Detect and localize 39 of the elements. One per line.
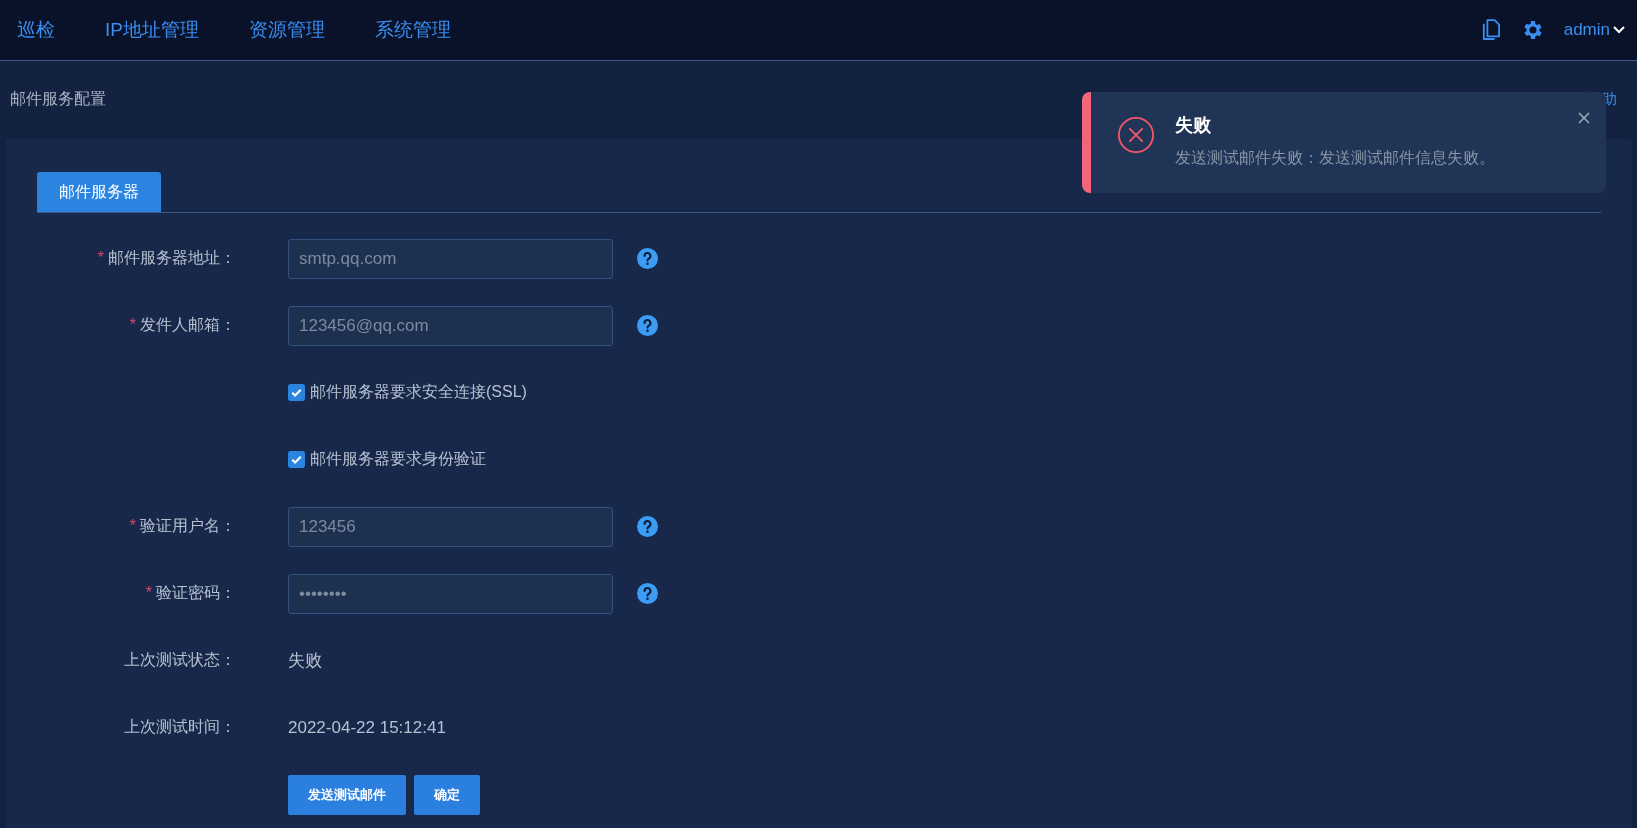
notification-message: 发送测试邮件失败：发送测试邮件信息失败。	[1175, 148, 1496, 168]
required-asterisk: *	[129, 517, 136, 534]
field-label: * 发件人邮箱：	[128, 315, 236, 335]
tab[interactable]: 邮件服务器	[37, 172, 161, 212]
required-asterisk: *	[97, 249, 104, 266]
help-icon[interactable]	[637, 248, 658, 269]
input-field[interactable]: 123456@qq.com	[288, 305, 613, 346]
checkbox-option[interactable]: 邮件服务器要求安全连接(SSL)	[288, 382, 527, 403]
page-title: 邮件服务配置	[10, 88, 106, 109]
notification-title: 失败	[1175, 114, 1212, 137]
input-field[interactable]: smtp.qq.com	[288, 238, 613, 279]
user-menu[interactable]: admin	[1563, 20, 1625, 40]
field-label: 上次测试时间：	[123, 717, 236, 737]
required-asterisk: *	[129, 316, 136, 333]
field-label: * 邮件服务器地址：	[96, 248, 236, 268]
help-icon[interactable]	[637, 315, 658, 336]
input-field[interactable]: ••••••••	[288, 573, 613, 614]
required-asterisk: *	[145, 584, 152, 601]
send-test-button[interactable]: 发送测试邮件	[288, 774, 406, 815]
field-label: * 验证密码：	[144, 583, 236, 603]
nav-link[interactable]: 系统管理	[374, 17, 451, 43]
field-label: * 验证用户名：	[128, 516, 236, 536]
help-icon[interactable]	[637, 583, 658, 604]
error-icon	[1117, 116, 1155, 154]
checkbox[interactable]	[288, 384, 305, 401]
close-icon[interactable]	[1578, 112, 1590, 124]
chevron-down-icon	[1613, 26, 1625, 34]
confirm-button[interactable]: 确定	[414, 774, 480, 815]
field-value: 失败	[288, 650, 322, 672]
document-icon[interactable]	[1481, 19, 1500, 41]
nav-link[interactable]: 巡检	[17, 17, 55, 43]
field-label: 上次测试状态：	[123, 650, 236, 670]
help-icon[interactable]	[637, 516, 658, 537]
nav-link[interactable]: 资源管理	[248, 17, 325, 43]
input-field[interactable]: 123456	[288, 506, 613, 547]
checkbox-option[interactable]: 邮件服务器要求身份验证	[288, 449, 486, 470]
checkbox[interactable]	[288, 451, 305, 468]
field-value: 2022-04-22 15:12:41	[288, 717, 446, 738]
nav-link[interactable]: IP地址管理	[105, 17, 199, 43]
